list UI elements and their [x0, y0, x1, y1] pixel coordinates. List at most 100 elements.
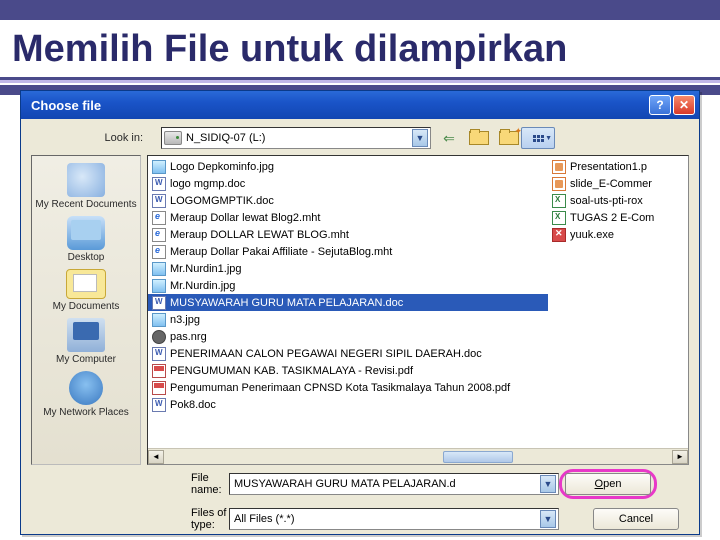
file-row[interactable]: Presentation1.p	[548, 158, 688, 175]
scroll-track[interactable]	[164, 450, 672, 464]
places-network[interactable]: My Network Places	[32, 371, 140, 418]
file-row[interactable]: Meraup Dollar Pakai Affiliate - SejutaBl…	[148, 243, 548, 260]
help-button[interactable]: ?	[649, 95, 671, 115]
my-documents-icon	[66, 269, 106, 299]
file-type-combo[interactable]: All Files (*.*) ▼	[229, 508, 559, 530]
desktop-icon	[67, 216, 105, 250]
folder-up-icon	[469, 131, 489, 145]
file-row[interactable]: MUSYAWARAH GURU MATA PELAJARAN.doc	[148, 294, 548, 311]
folder-new-icon	[499, 131, 519, 145]
slide-title: Memilih File untuk dilampirkan	[0, 20, 720, 73]
exe-file-icon	[552, 228, 566, 242]
dialog-toolbar: Look in: N_SIDIQ-07 (L:) ▼ ⇐	[21, 119, 699, 155]
file-row[interactable]: yuuk.exe	[548, 226, 688, 243]
file-name-text: PENGUMUMAN KAB. TASIKMALAYA - Revisi.pdf	[170, 365, 413, 377]
places-recent[interactable]: My Recent Documents	[32, 163, 140, 210]
look-in-value: N_SIDIQ-07 (L:)	[186, 132, 412, 144]
file-name-text: MUSYAWARAH GURU MATA PELAJARAN.doc	[170, 297, 403, 309]
nrg-file-icon	[152, 330, 166, 344]
views-icon	[533, 135, 544, 142]
file-name-text: logo mgmp.doc	[170, 178, 245, 190]
places-network-label: My Network Places	[32, 407, 140, 418]
file-name-text: Pengumuman Penerimaan CPNSD Kota Tasikma…	[170, 382, 510, 394]
open-button[interactable]: Open	[565, 473, 651, 495]
file-row[interactable]: Logo Depkominfo.jpg	[148, 158, 548, 175]
doc-file-icon	[152, 347, 166, 361]
pdf-file-icon	[152, 381, 166, 395]
choose-file-dialog: Choose file ? ✕ Look in: N_SIDIQ-07 (L:)…	[20, 90, 700, 535]
file-name-combo[interactable]: MUSYAWARAH GURU MATA PELAJARAN.d ▼	[229, 473, 559, 495]
file-name-label: File name:	[149, 472, 229, 496]
file-type-dropdown-icon[interactable]: ▼	[540, 510, 556, 528]
file-name-text: Pok8.doc	[170, 399, 216, 411]
file-row[interactable]: slide_E-Commer	[548, 175, 688, 192]
my-computer-icon	[67, 318, 105, 352]
dialog-titlebar[interactable]: Choose file ? ✕	[21, 91, 699, 119]
places-computer[interactable]: My Computer	[32, 318, 140, 365]
img-file-icon	[152, 160, 166, 174]
img-file-icon	[152, 262, 166, 276]
drive-icon	[164, 131, 182, 145]
img-file-icon	[152, 313, 166, 327]
file-name-text: n3.jpg	[170, 314, 200, 326]
places-desktop[interactable]: Desktop	[32, 216, 140, 263]
file-row[interactable]: Pok8.doc	[148, 396, 548, 413]
look-in-label: Look in:	[31, 132, 161, 144]
file-name-value: MUSYAWARAH GURU MATA PELAJARAN.d	[232, 478, 540, 490]
file-type-label: Files of type:	[149, 507, 229, 531]
look-in-dropdown-icon[interactable]: ▼	[412, 129, 428, 147]
places-documents-label: My Documents	[32, 301, 140, 312]
file-row[interactable]: Mr.Nurdin.jpg	[148, 277, 548, 294]
up-one-level-button[interactable]	[467, 127, 491, 149]
places-recent-label: My Recent Documents	[32, 199, 140, 210]
file-name-dropdown-icon[interactable]: ▼	[540, 475, 556, 493]
file-type-value: All Files (*.*)	[232, 513, 540, 525]
title-underline	[0, 77, 720, 83]
mht-file-icon	[152, 228, 166, 242]
file-name-text: slide_E-Commer	[570, 178, 652, 190]
file-row[interactable]: LOGOMGMPTIK.doc	[148, 192, 548, 209]
network-places-icon	[69, 371, 103, 405]
cancel-button[interactable]: Cancel	[593, 508, 679, 530]
ppt-file-icon	[552, 160, 566, 174]
file-name-text: soal-uts-pti-rox	[570, 195, 643, 207]
mht-file-icon	[152, 211, 166, 225]
file-name-text: Mr.Nurdin1.jpg	[170, 263, 242, 275]
close-button[interactable]: ✕	[673, 95, 695, 115]
back-button[interactable]: ⇐	[437, 127, 461, 149]
dialog-title: Choose file	[25, 98, 647, 113]
file-row[interactable]: pas.nrg	[148, 328, 548, 345]
file-list[interactable]: Logo Depkominfo.jpg logo mgmp.doc LOGOMGMP…	[147, 155, 689, 465]
file-row[interactable]: Meraup Dollar lewat Blog2.mht	[148, 209, 548, 226]
doc-file-icon	[152, 194, 166, 208]
file-row[interactable]: TUGAS 2 E-Com	[548, 209, 688, 226]
scroll-right-button[interactable]: ►	[672, 450, 688, 464]
doc-file-icon	[152, 296, 166, 310]
file-name-text: PENERIMAAN CALON PEGAWAI NEGERI SIPIL DA…	[170, 348, 482, 360]
xls-file-icon	[552, 194, 566, 208]
file-row[interactable]: soal-uts-pti-rox	[548, 192, 688, 209]
places-computer-label: My Computer	[32, 354, 140, 365]
file-name-text: pas.nrg	[170, 331, 207, 343]
file-name-text: Meraup Dollar lewat Blog2.mht	[170, 212, 320, 224]
file-row[interactable]: PENERIMAAN CALON PEGAWAI NEGERI SIPIL DA…	[148, 345, 548, 362]
doc-file-icon	[152, 177, 166, 191]
horizontal-scrollbar[interactable]: ◄ ►	[148, 448, 688, 464]
file-row[interactable]: n3.jpg	[148, 311, 548, 328]
scroll-thumb[interactable]	[443, 451, 513, 463]
file-row[interactable]: PENGUMUMAN KAB. TASIKMALAYA - Revisi.pdf	[148, 362, 548, 379]
file-row[interactable]: logo mgmp.doc	[148, 175, 548, 192]
places-documents[interactable]: My Documents	[32, 269, 140, 312]
new-folder-button[interactable]	[497, 127, 521, 149]
file-row[interactable]: Meraup DOLLAR LEWAT BLOG.mht	[148, 226, 548, 243]
views-button[interactable]	[521, 127, 555, 149]
mht-file-icon	[152, 245, 166, 259]
look-in-combo[interactable]: N_SIDIQ-07 (L:) ▼	[161, 127, 431, 149]
ppt-file-icon	[552, 177, 566, 191]
file-row[interactable]: Mr.Nurdin1.jpg	[148, 260, 548, 277]
file-row[interactable]: Pengumuman Penerimaan CPNSD Kota Tasikma…	[148, 379, 548, 396]
file-name-text: Meraup Dollar Pakai Affiliate - SejutaBl…	[170, 246, 392, 258]
filetype-row: Files of type: All Files (*.*) ▼ Cancel	[21, 503, 699, 535]
file-name-text: Meraup DOLLAR LEWAT BLOG.mht	[170, 229, 349, 241]
scroll-left-button[interactable]: ◄	[148, 450, 164, 464]
